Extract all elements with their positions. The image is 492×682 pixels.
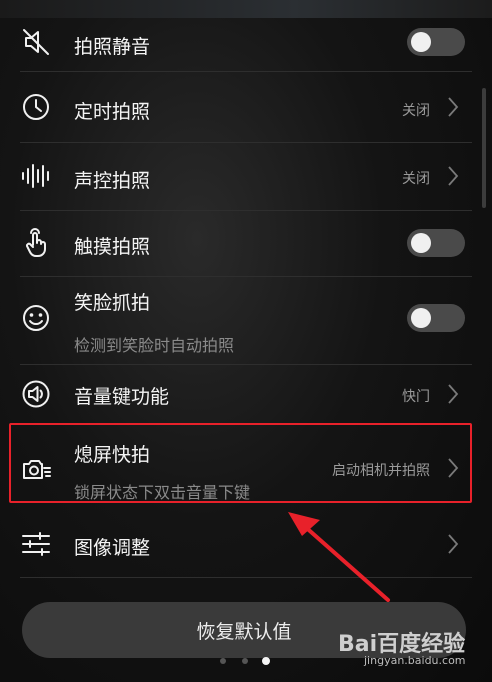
setting-row-touch-capture[interactable]: 触摸拍照	[0, 211, 492, 275]
sliders-icon	[20, 528, 52, 560]
setting-subtitle: 检测到笑脸时自动拍照	[74, 336, 235, 355]
setting-title: 笑脸抓拍	[74, 292, 151, 314]
setting-title: 定时拍照	[74, 101, 151, 123]
setting-title: 音量键功能	[74, 386, 170, 408]
chevron-right-icon	[446, 165, 460, 187]
clock-icon	[20, 91, 52, 123]
annotation-arrow-icon	[288, 512, 390, 602]
setting-value: 快门	[402, 389, 430, 405]
setting-title: 拍照静音	[74, 36, 151, 58]
setting-row-smile-capture[interactable]: 笑脸抓拍 检测到笑脸时自动拍照	[0, 277, 492, 363]
page-dot	[242, 658, 248, 664]
divider	[20, 577, 472, 578]
sound-wave-icon	[20, 160, 52, 192]
speaker-mute-icon	[20, 26, 52, 58]
smile-icon	[20, 302, 52, 334]
toggle-knob	[411, 308, 431, 328]
touch-capture-toggle[interactable]	[407, 229, 465, 257]
touch-icon	[20, 227, 52, 259]
page-dot	[220, 658, 226, 664]
setting-title: 触摸拍照	[74, 236, 151, 258]
setting-value: 关闭	[402, 103, 430, 119]
highlight-box	[9, 423, 472, 503]
page-dot-active	[262, 657, 270, 665]
chevron-right-icon	[446, 96, 460, 118]
setting-title: 声控拍照	[74, 170, 151, 192]
watermark-url: jingyan.baidu.com	[364, 654, 466, 667]
setting-value: 关闭	[402, 171, 430, 187]
shutter-mute-toggle[interactable]	[407, 28, 465, 56]
chevron-right-icon	[446, 533, 460, 555]
top-background-strip	[0, 0, 492, 18]
chevron-right-icon	[446, 383, 460, 405]
setting-row-image-adjust[interactable]: 图像调整	[0, 512, 492, 576]
setting-row-timer[interactable]: 定时拍照 关闭	[0, 72, 492, 142]
smile-capture-toggle[interactable]	[407, 304, 465, 332]
speaker-icon	[20, 378, 52, 410]
toggle-knob	[411, 32, 431, 52]
setting-row-volume-key[interactable]: 音量键功能 快门	[0, 365, 492, 423]
setting-title: 图像调整	[74, 537, 151, 559]
baidu-jingyan-watermark: Bai百度经验 jingyan.baidu.com	[338, 624, 478, 670]
setting-row-shutter-mute[interactable]: 拍照静音	[0, 20, 492, 66]
toggle-knob	[411, 233, 431, 253]
setting-row-voice-control[interactable]: 声控拍照 关闭	[0, 143, 492, 209]
scrollbar[interactable]	[482, 88, 486, 208]
